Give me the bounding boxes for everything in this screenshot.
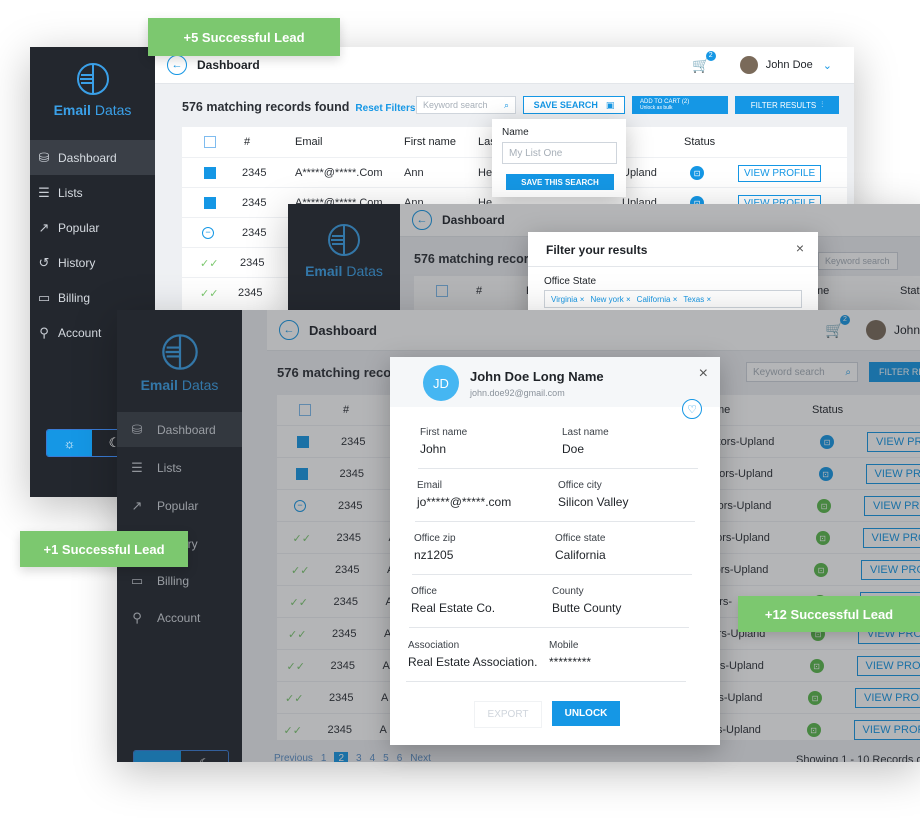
- row-checkbox[interactable]: [204, 197, 216, 209]
- database-icon: ⛁: [38, 149, 50, 165]
- profile-field-mobile: Mobile *********: [549, 640, 592, 669]
- profile-field-office-zip: Office zip nz1205: [414, 533, 456, 562]
- list-icon: ☰: [38, 184, 50, 200]
- cart-badge: 2: [705, 50, 716, 61]
- filter-modal: Filter your results × Office State Virgi…: [528, 232, 818, 319]
- field-divider: [409, 627, 689, 628]
- chip-new-york[interactable]: New york ×: [590, 295, 630, 304]
- success-lead-badge-1: +1 Successful Lead: [20, 531, 188, 567]
- sidebar-item-history[interactable]: ↺ History: [30, 245, 155, 280]
- profile-field-county: County Butte County: [552, 586, 622, 615]
- sun-icon[interactable]: ☼: [47, 430, 92, 456]
- lock-icon: ⊡: [690, 166, 704, 180]
- search-input[interactable]: Keyword search ⌕: [416, 96, 516, 114]
- logo: Email Datas: [30, 61, 155, 118]
- field-divider: [418, 468, 698, 469]
- profile-field-last-name: Last name Doe: [562, 427, 609, 456]
- filter-results-button[interactable]: FILTER RESULTS ⫶: [735, 96, 839, 114]
- sidebar-item-dashboard[interactable]: ⛁Dashboard: [30, 140, 155, 175]
- profile-modal: JD John Doe Long Name john.doe92@gmail.c…: [390, 357, 720, 745]
- close-icon[interactable]: ×: [699, 365, 708, 383]
- profile-avatar: JD: [423, 365, 459, 401]
- profile-name: John Doe Long Name: [470, 369, 604, 384]
- sidebar-item-lists[interactable]: ☰ Lists: [30, 175, 155, 210]
- chevron-down-icon: ⌄: [822, 59, 832, 72]
- filter-icon: ⫶: [821, 100, 824, 109]
- brand-name: Email Datas: [53, 102, 132, 118]
- select-all-checkbox[interactable]: [204, 136, 216, 148]
- profile-field-first-name: First name John: [420, 427, 468, 456]
- user-menu[interactable]: John Doe ⌄: [739, 56, 832, 74]
- profile-field-office: Office Real Estate Co.: [411, 586, 496, 615]
- check-icon: ✓✓: [200, 287, 219, 300]
- billing-icon: ▭: [37, 289, 51, 305]
- logo-icon: [76, 63, 109, 95]
- list-name-input[interactable]: My List One: [502, 142, 617, 164]
- view-profile-button[interactable]: VIEW PROFILE: [738, 164, 822, 182]
- office-state-label: Office State: [544, 276, 597, 287]
- save-icon: ▣: [605, 99, 615, 110]
- user-icon: ⚲: [39, 324, 49, 340]
- add-to-cart-button[interactable]: ADD TO CART (2) Unlock as bulk: [632, 96, 728, 114]
- close-icon[interactable]: ×: [796, 240, 804, 256]
- field-divider: [412, 574, 692, 575]
- search-icon: ⌕: [503, 99, 509, 110]
- chip-california[interactable]: California ×: [637, 295, 678, 304]
- success-lead-badge-5: +5 Successful Lead: [148, 18, 340, 56]
- row-checkbox[interactable]: [204, 167, 216, 179]
- page-title: Dashboard: [197, 58, 260, 72]
- filter-modal-title: Filter your results: [546, 243, 648, 257]
- profile-field-office-city: Office city Silicon Valley: [558, 480, 629, 509]
- field-divider: [415, 521, 695, 522]
- minus-icon[interactable]: −: [202, 227, 214, 239]
- profile-field-email: Email jo*****@*****.com: [417, 480, 512, 509]
- profile-field-association: Association Real Estate Association.: [408, 640, 538, 669]
- field-divider: [406, 681, 686, 682]
- window-middle: Email Datas ⛁Dashboard ← Dashboard 576 m…: [288, 204, 920, 319]
- trend-icon: ↗: [38, 219, 50, 235]
- chip-texas[interactable]: Texas ×: [683, 295, 711, 304]
- state-chips: Virginia × New york × California × Texas…: [544, 290, 802, 308]
- unlock-button[interactable]: UNLOCK: [552, 701, 620, 726]
- avatar: [739, 56, 758, 74]
- save-search-popup: Name My List One SAVE THIS SEARCH: [492, 119, 626, 197]
- sidebar-item-popular[interactable]: ↗ Popular: [30, 210, 155, 245]
- back-arrow-icon[interactable]: ←: [167, 55, 187, 75]
- success-lead-badge-12: +12 Successful Lead: [738, 596, 920, 632]
- history-icon: ↺: [38, 254, 50, 270]
- favorite-heart-icon[interactable]: ♡: [682, 399, 702, 419]
- reset-filters-link[interactable]: Reset Filters: [355, 103, 415, 114]
- profile-field-office-state: Office state California: [555, 533, 606, 562]
- cart-icon[interactable]: 🛒 2: [692, 50, 716, 74]
- chip-virginia[interactable]: Virginia ×: [551, 295, 584, 304]
- save-this-search-button[interactable]: SAVE THIS SEARCH: [506, 174, 614, 190]
- export-button[interactable]: EXPORT: [474, 701, 542, 728]
- save-search-button[interactable]: SAVE SEARCH ▣: [523, 96, 625, 114]
- profile-email: john.doe92@gmail.com: [470, 388, 565, 398]
- popup-name-label: Name: [502, 127, 529, 138]
- check-icon: ✓✓: [200, 257, 219, 270]
- results-heading: 576 matching records found Reset Filters: [182, 100, 416, 114]
